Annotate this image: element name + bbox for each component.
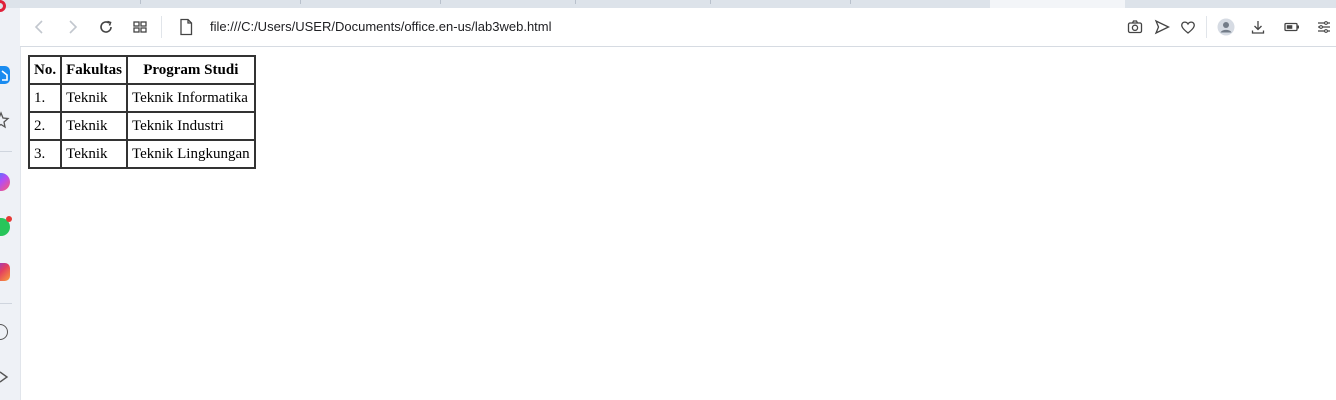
column-header: Program Studi: [126, 56, 255, 84]
address-bar[interactable]: file:///C:/Users/USER/Documents/office.e…: [170, 12, 1090, 42]
download-icon[interactable]: [1248, 17, 1268, 37]
tab-strip: [0, 0, 1336, 8]
more-icon[interactable]: [0, 370, 10, 384]
notification-dot-icon: [6, 216, 12, 222]
page-content: No. Fakultas Program Studi 1. Teknik Tek…: [28, 55, 256, 169]
table-cell: 3.: [29, 140, 62, 168]
battery-icon[interactable]: [1282, 17, 1302, 37]
table-cell: Teknik: [61, 112, 127, 140]
profile-icon[interactable]: [1216, 17, 1236, 37]
column-header: No.: [29, 56, 62, 84]
table-header-row: No. Fakultas Program Studi: [29, 56, 255, 84]
tab-separator: [300, 0, 301, 4]
table-cell: Teknik Industri: [126, 112, 255, 140]
reload-icon[interactable]: [96, 17, 116, 37]
browser-toolbar: file:///C:/Users/USER/Documents/office.e…: [20, 8, 1336, 47]
toolbar-separator: [161, 16, 162, 38]
table-row: 3. Teknik Teknik Lingkungan: [29, 140, 255, 168]
tab-separator: [575, 0, 576, 4]
column-header: Fakultas: [61, 56, 127, 84]
address-url[interactable]: file:///C:/Users/USER/Documents/office.e…: [210, 19, 552, 34]
messenger-icon[interactable]: [0, 173, 10, 191]
tab-separator: [440, 0, 441, 4]
active-tab[interactable]: [990, 0, 1125, 8]
home-icon[interactable]: [0, 66, 10, 84]
page-info-icon[interactable]: [178, 18, 194, 36]
table-cell: Teknik: [61, 84, 127, 112]
data-table: No. Fakultas Program Studi 1. Teknik Tek…: [28, 55, 256, 169]
tab-grid-icon[interactable]: [130, 17, 150, 37]
tab-separator: [710, 0, 711, 4]
heart-icon[interactable]: [1178, 17, 1198, 37]
table-cell: 1.: [29, 84, 62, 112]
easy-setup-icon[interactable]: [1314, 17, 1334, 37]
table-cell: Teknik: [61, 140, 127, 168]
toolbar-separator: [1206, 16, 1207, 38]
tab-separator: [140, 0, 141, 4]
sidebar-divider: [0, 303, 12, 304]
send-icon[interactable]: [1152, 17, 1172, 37]
tab-separator: [850, 0, 851, 4]
sidebar: [0, 0, 21, 400]
table-cell: Teknik Informatika: [126, 84, 255, 112]
camera-icon[interactable]: [1125, 17, 1145, 37]
table-cell: 2.: [29, 112, 62, 140]
table-row: 2. Teknik Teknik Industri: [29, 112, 255, 140]
instagram-icon[interactable]: [0, 263, 10, 281]
back-icon[interactable]: [30, 17, 50, 37]
sidebar-divider: [0, 151, 12, 152]
table-cell: Teknik Lingkungan: [126, 140, 255, 168]
table-row: 1. Teknik Teknik Informatika: [29, 84, 255, 112]
star-icon[interactable]: [0, 111, 10, 129]
forward-icon[interactable]: [62, 17, 82, 37]
player-icon[interactable]: [0, 324, 8, 340]
